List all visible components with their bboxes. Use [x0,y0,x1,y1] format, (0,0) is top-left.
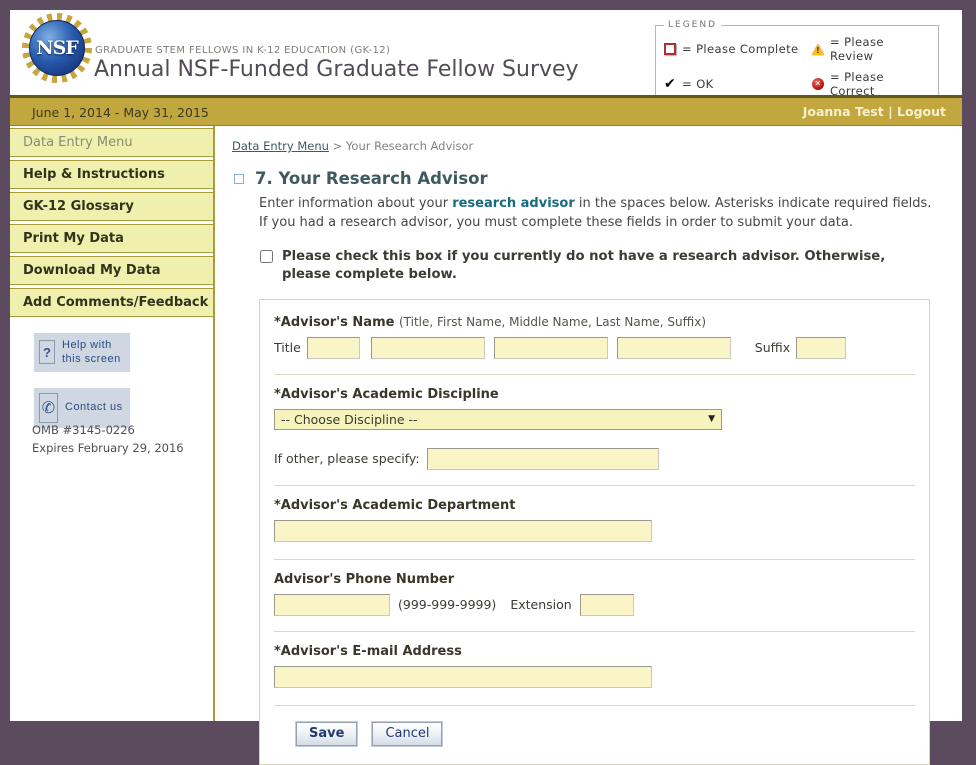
phone-format-hint: (999-999-9999) [398,597,496,612]
legend-box: LEGEND = Please Complete ! = Please Revi… [655,20,939,106]
suffix-label: Suffix [755,340,790,355]
legend-grid: = Please Complete ! = Please Review ✔ = … [664,35,930,98]
discipline-other-label: If other, please specify: [274,451,420,466]
omb-expiration: Expires February 29, 2016 [32,441,184,455]
email-input[interactable] [274,666,652,688]
logout-link[interactable]: Logout [897,104,946,119]
nsf-logo-globe: NSF [29,20,85,76]
intro-pre: Enter information about your [259,196,452,211]
intro-text: Enter information about your research ad… [259,195,937,233]
no-advisor-label: Please check this box if you currently d… [282,248,920,285]
legend-label: LEGEND [664,20,721,30]
error-circle-icon: ✕ [812,78,824,90]
discipline-select[interactable]: -- Choose Discipline -- ▼ [274,409,722,430]
title-label: Title [274,340,301,355]
sidebar-item-data-entry-menu[interactable]: Data Entry Menu [10,128,213,157]
question-mark-icon: ? [39,340,55,364]
user-box: Joanna Test | Logout [803,98,946,125]
discipline-label: *Advisor's Academic Discipline [274,387,915,402]
contact-button-label: Contact us [65,400,123,414]
advisor-form-panel: *Advisor's Name (Title, First Name, Midd… [259,299,930,765]
sidebar-item-glossary[interactable]: GK-12 Glossary [10,192,213,221]
advisor-middle-name-input[interactable] [494,337,608,359]
advisor-first-name-input[interactable] [371,337,485,359]
phone-label: Advisor's Phone Number [274,572,915,587]
save-button[interactable]: Save [296,722,357,746]
legend-text: = Please Correct [830,70,930,98]
sidebar-item-help-instructions[interactable]: Help & Instructions [10,160,213,189]
advisor-suffix-input[interactable] [796,337,846,359]
email-label: *Advisor's E-mail Address [274,644,915,659]
phone-input[interactable] [274,594,390,616]
top-bar: June 1, 2014 - May 31, 2015 Joanna Test … [10,95,962,126]
sidebar-item-add-comments[interactable]: Add Comments/Feedback [10,288,213,317]
extension-input[interactable] [580,594,634,616]
user-name: Joanna Test [803,104,884,119]
discipline-other-row: If other, please specify: [274,448,915,470]
nsf-logo-icon: NSF [22,13,92,83]
program-line: GRADUATE STEM FELLOWS IN K-12 EDUCATION … [95,45,390,56]
please-complete-status-icon [234,174,244,184]
sidebar-item-print-my-data[interactable]: Print My Data [10,224,213,253]
legend-text: = Please Complete [682,42,799,56]
cancel-button[interactable]: Cancel [372,722,442,746]
department-label: *Advisor's Academic Department [274,498,915,513]
breadcrumb-link-data-entry-menu[interactable]: Data Entry Menu [232,139,329,153]
section-divider [274,485,915,486]
legend-item-ok: ✔ = OK [664,70,812,98]
extension-label: Extension [510,597,571,612]
red-square-icon [664,43,676,55]
section-divider [274,631,915,632]
no-advisor-row: Please check this box if you currently d… [260,248,920,285]
section-divider [274,559,915,560]
section-divider [274,374,915,375]
discipline-selected-value: -- Choose Discipline -- [281,412,418,427]
omb-number: OMB #3145-0226 [32,423,135,437]
omb-notice: OMB #3145-0226 Expires February 29, 2016 [32,422,184,458]
section-divider [274,705,915,706]
content-row: Data Entry Menu Help & Instructions GK-1… [10,126,962,721]
help-with-screen-button[interactable]: ? Help with this screen [34,333,130,372]
check-icon: ✔ [664,78,676,90]
form-actions: Save Cancel [296,722,915,746]
site-title: Annual NSF-Funded Graduate Fellow Survey [94,57,579,82]
chevron-down-icon: ▼ [708,414,715,424]
advisor-name-row: Title Suffix [274,337,915,359]
phone-icon: ✆ [39,393,58,423]
advisor-last-name-input[interactable] [617,337,731,359]
legend-item-complete: = Please Complete [664,35,812,63]
phone-row: (999-999-9999) Extension [274,594,915,616]
survey-period: June 1, 2014 - May 31, 2015 [10,105,209,120]
breadcrumb: Data Entry Menu > Your Research Advisor [215,126,962,153]
sidebar-item-download-my-data[interactable]: Download My Data [10,256,213,285]
user-separator: | [888,104,893,119]
page-title: 7. Your Research Advisor [255,169,488,188]
warning-triangle-icon: ! [812,44,824,55]
legend-text: = OK [682,77,713,91]
main-content: Data Entry Menu > Your Research Advisor … [215,126,962,721]
nsf-logo-text: NSF [36,37,78,59]
discipline-other-input[interactable] [427,448,659,470]
research-advisor-link[interactable]: research advisor [452,196,575,211]
header: NSF GRADUATE STEM FELLOWS IN K-12 EDUCAT… [10,10,962,95]
heading-row: 7. Your Research Advisor [234,169,962,188]
sidebar-menu: Data Entry Menu Help & Instructions GK-1… [10,128,213,317]
legend-text: = Please Review [830,35,930,63]
sidebar: Data Entry Menu Help & Instructions GK-1… [10,126,215,721]
legend-item-review: ! = Please Review [812,35,930,63]
advisor-name-label: *Advisor's Name (Title, First Name, Midd… [274,315,915,330]
help-button-label: Help with this screen [62,338,121,367]
page: NSF GRADUATE STEM FELLOWS IN K-12 EDUCAT… [10,10,962,721]
legend-item-correct: ✕ = Please Correct [812,70,930,98]
breadcrumb-separator: > [333,139,343,153]
advisor-title-input[interactable] [307,337,360,359]
breadcrumb-current: Your Research Advisor [346,139,473,153]
advisor-name-hint: (Title, First Name, Middle Name, Last Na… [399,315,706,329]
no-advisor-checkbox[interactable] [260,250,273,263]
department-input[interactable] [274,520,652,542]
